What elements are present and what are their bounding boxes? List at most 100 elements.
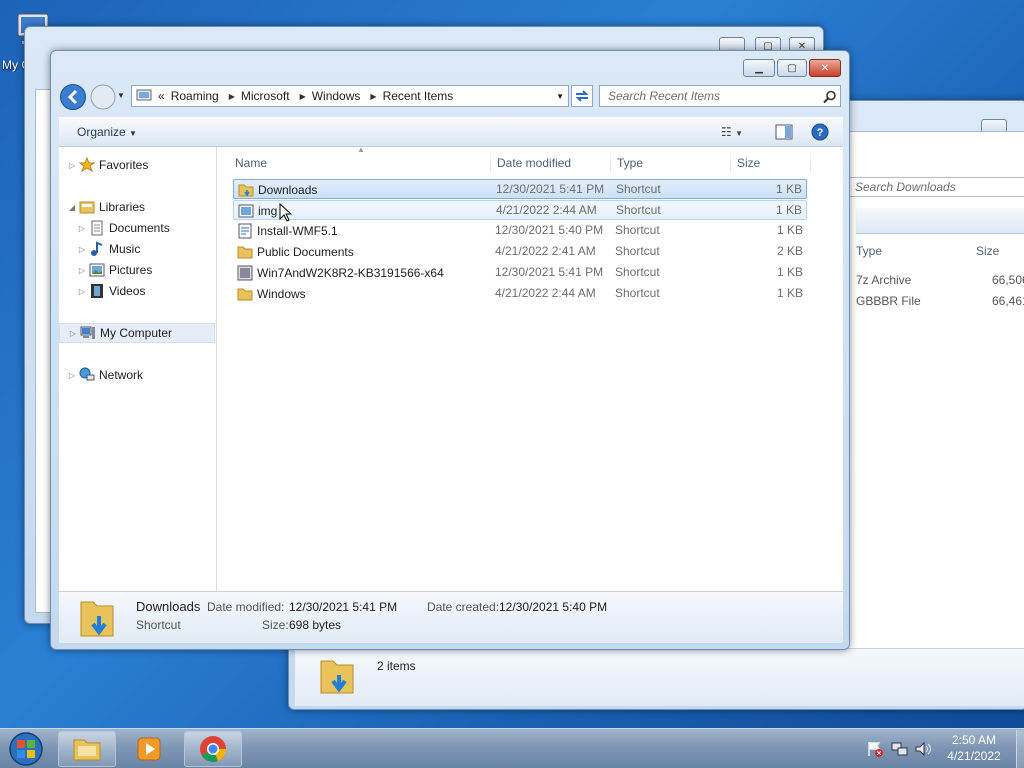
downloads-details-pane: 2 items (295, 648, 1024, 706)
row-size: 66,506 (992, 273, 1024, 287)
file-row-win7-kb[interactable]: Win7AndW2K8R2-KB3191566-x64 12/30/2021 5… (233, 263, 807, 283)
file-name: img (258, 204, 278, 218)
nav-favorites[interactable]: ▷ Favorites (67, 155, 148, 175)
file-name-cell: Downloads (238, 182, 317, 198)
column-header-size[interactable]: Size (976, 244, 999, 258)
installer-file-icon (237, 265, 253, 281)
file-type: Shortcut (615, 265, 660, 279)
network-status-icon[interactable] (890, 740, 908, 758)
breadcrumb-windows[interactable]: Windows (312, 89, 361, 103)
folder-shortcut-icon (238, 184, 254, 197)
nav-label: Libraries (99, 200, 146, 214)
explorer-body: ▷ Favorites ◢ Libraries ▷ Documents ▷ Mu… (59, 145, 843, 591)
file-size: 1 KB (775, 203, 802, 217)
desktop-icon-label: My Computer (2, 58, 26, 72)
volume-icon[interactable] (914, 740, 932, 758)
file-name: Windows (257, 287, 306, 301)
nav-documents[interactable]: ▷ Documents (77, 218, 170, 238)
breadcrumb-overflow[interactable]: « (158, 89, 165, 103)
search-icon[interactable] (823, 90, 837, 104)
breadcrumb-recent-items[interactable]: Recent Items (383, 89, 454, 103)
system-clock[interactable]: 2:50 AM 4/21/2022 (936, 732, 1012, 764)
search-input[interactable]: Search Recent Items (599, 85, 841, 107)
details-size-label: Size: (262, 618, 289, 632)
start-button[interactable] (4, 730, 48, 768)
taskbar-media-player-button[interactable] (120, 731, 178, 767)
file-row-downloads[interactable]: Downloads 12/30/2021 5:41 PM Shortcut 1 … (233, 179, 807, 199)
file-row-img[interactable]: img 4/21/2022 2:44 AM Shortcut 1 KB (233, 200, 807, 220)
command-bar: Organize ▼ ☷ ▼ ? (59, 117, 843, 147)
row-size: 66,461 (992, 294, 1024, 308)
close-button[interactable]: ✕ (809, 59, 841, 77)
nav-music[interactable]: ▷ Music (77, 239, 140, 259)
nav-videos[interactable]: ▷ Videos (77, 281, 145, 301)
maximize-button[interactable]: ▢ (777, 59, 807, 77)
column-header-type[interactable]: Type (611, 153, 731, 173)
breadcrumb-roaming[interactable]: Roaming (171, 89, 219, 103)
column-header-date-modified[interactable]: Date modified (491, 153, 611, 173)
computer-icon (136, 89, 152, 101)
status-item-count: 2 items (377, 659, 416, 673)
column-header-size[interactable]: Size (731, 153, 811, 173)
column-header-type[interactable]: Type (856, 244, 882, 258)
details-type: Shortcut (136, 618, 181, 632)
clock-date: 4/21/2022 (947, 749, 1001, 763)
nav-my-computer[interactable]: ▷ My Computer (59, 323, 215, 343)
details-date-modified: 12/30/2021 5:41 PM (289, 600, 398, 614)
column-header-name[interactable]: Name (229, 153, 491, 173)
file-name-cell: Public Documents (237, 244, 354, 260)
file-size: 1 KB (776, 265, 803, 279)
forward-button[interactable] (89, 83, 117, 111)
refresh-icon[interactable] (571, 85, 593, 107)
file-row-install-wmf[interactable]: Install-WMF5.1 12/30/2021 5:40 PM Shortc… (233, 221, 807, 241)
documents-icon (91, 220, 103, 236)
nav-label: My Computer (100, 326, 173, 340)
music-icon (91, 241, 103, 256)
star-icon (79, 157, 95, 173)
file-list[interactable]: ▲ Name Date modified Type Size Downloads… (219, 145, 843, 591)
change-view-button[interactable]: ☷ ▼ (721, 125, 743, 139)
file-type: Shortcut (616, 182, 661, 196)
pictures-icon (89, 263, 105, 277)
nav-libraries[interactable]: ◢ Libraries (67, 197, 145, 217)
action-center-flag-icon[interactable] (866, 740, 884, 758)
address-bar[interactable]: « Roaming ▶ Microsoft ▶ Windows ▶ Recent It… (131, 85, 569, 107)
network-icon (79, 367, 95, 381)
nav-label: Pictures (109, 263, 153, 277)
organize-button[interactable]: Organize ▼ (77, 125, 137, 139)
file-size: 1 KB (776, 286, 803, 300)
file-date: 4/21/2022 2:41 AM (495, 244, 596, 258)
back-button[interactable] (59, 83, 87, 111)
address-dropdown[interactable]: ▼ (556, 92, 564, 101)
nav-label: Documents (109, 221, 170, 235)
file-row-windows[interactable]: Windows 4/21/2022 2:44 AM Shortcut 1 KB (233, 284, 807, 304)
downloads-search-input[interactable]: Search Downloads (848, 177, 1024, 197)
minimize-button[interactable]: ▁ (743, 59, 775, 77)
folder-icon (237, 246, 253, 259)
library-icon (79, 201, 95, 214)
taskbar-chrome-button[interactable] (184, 731, 242, 767)
chrome-icon (200, 736, 226, 762)
preview-pane-icon[interactable] (775, 124, 793, 140)
computer-icon (80, 326, 95, 339)
help-icon[interactable]: ? (811, 123, 829, 141)
file-row-public-documents[interactable]: Public Documents 4/21/2022 2:41 AM Short… (233, 242, 807, 262)
nav-label: Videos (109, 284, 146, 298)
recent-items-window[interactable]: ▁ ▢ ✕ ▼ « Roaming ▶ Microsoft ▶ Windows ▶ R… (50, 50, 850, 650)
taskbar-explorer-button[interactable] (58, 731, 116, 767)
show-desktop-button[interactable] (1016, 730, 1024, 768)
folder-icon (237, 288, 253, 301)
mouse-cursor-icon (279, 203, 293, 222)
organize-label: Organize (77, 125, 126, 139)
file-name-cell: Windows (237, 286, 306, 302)
folder-shortcut-icon (80, 601, 114, 637)
breadcrumb-microsoft[interactable]: Microsoft (241, 89, 290, 103)
navigation-pane[interactable]: ▷ Favorites ◢ Libraries ▷ Documents ▷ Mu… (59, 147, 217, 591)
file-type: Shortcut (615, 244, 660, 258)
nav-pictures[interactable]: ▷ Pictures (77, 260, 152, 280)
nav-network[interactable]: ▷ Network (67, 365, 143, 385)
file-name: Install-WMF5.1 (257, 224, 338, 238)
recent-pages-dropdown[interactable]: ▼ (117, 91, 125, 100)
file-date: 4/21/2022 2:44 AM (495, 286, 596, 300)
details-size: 698 bytes (289, 618, 342, 632)
